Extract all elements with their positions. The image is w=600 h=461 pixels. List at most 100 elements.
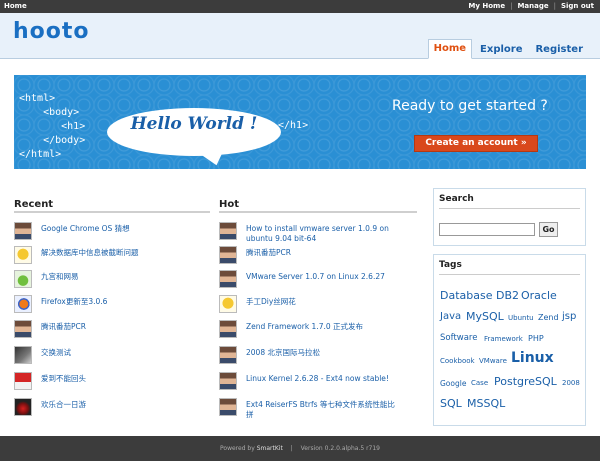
- list-item[interactable]: Linux Kernel 2.6.28 - Ext4 now stable!: [219, 372, 417, 392]
- recent-item-link[interactable]: 爱到不能回头: [41, 374, 86, 384]
- hot-title: Hot: [219, 199, 240, 210]
- tab-register[interactable]: Register: [530, 41, 588, 59]
- recent-item-link[interactable]: 九宫和网易: [41, 272, 79, 282]
- tag-link[interactable]: Ubuntu: [508, 314, 534, 322]
- list-item[interactable]: 爱到不能回头: [14, 372, 210, 392]
- tags-divider: [439, 274, 580, 275]
- recent-item-link[interactable]: 欢乐合一日游: [41, 400, 86, 410]
- hot-item-link[interactable]: 手工Diy丝网花: [246, 297, 296, 307]
- separator: |: [290, 445, 293, 452]
- hot-item-link[interactable]: How to install vmware server 1.0.9 on ub…: [246, 224, 389, 244]
- avatar: [14, 246, 32, 264]
- tag-link[interactable]: jsp: [562, 311, 576, 322]
- list-item[interactable]: 腾讯番茄PCR: [219, 246, 417, 266]
- avatar: [14, 398, 32, 416]
- tag-link[interactable]: 2008: [562, 379, 580, 387]
- topbar-user-links: My Home | Manage | Sign out: [468, 2, 594, 10]
- tag-link[interactable]: DB2: [496, 289, 519, 302]
- tag-link[interactable]: MySQL: [466, 310, 504, 323]
- avatar: [14, 372, 32, 390]
- smartkit-link[interactable]: SmartKit: [257, 445, 283, 452]
- list-item[interactable]: How to install vmware server 1.0.9 on ub…: [219, 222, 417, 244]
- powered-by-text: Powered by: [220, 445, 257, 452]
- avatar: [14, 295, 32, 313]
- hot-item-link[interactable]: Linux Kernel 2.6.28 - Ext4 now stable!: [246, 374, 389, 384]
- hot-item-link[interactable]: Zend Framework 1.7.0 正式发布: [246, 322, 363, 332]
- recent-item-link[interactable]: Google Chrome OS 猜想: [41, 224, 130, 234]
- create-account-button[interactable]: Create an account »: [414, 135, 538, 152]
- hot-item-link[interactable]: Ext4 ReiserFS Btrfs 等七种文件系统性能比 拼: [246, 400, 395, 420]
- tab-home[interactable]: Home: [427, 39, 473, 59]
- avatar: [14, 320, 32, 338]
- list-item[interactable]: 解决数据库中信息被截断问题: [14, 246, 210, 266]
- avatar: [219, 346, 237, 364]
- tag-link[interactable]: Google: [440, 379, 466, 388]
- tag-link[interactable]: Oracle: [521, 289, 557, 302]
- tag-link[interactable]: SQL: [440, 397, 462, 410]
- recent-title: Recent: [14, 199, 54, 210]
- avatar: [219, 222, 237, 240]
- list-item[interactable]: 九宫和网易: [14, 270, 210, 290]
- tag-link[interactable]: Zend: [538, 313, 559, 322]
- my-home-link[interactable]: My Home: [468, 2, 505, 10]
- tag-link[interactable]: Case: [471, 379, 488, 387]
- sign-out-link[interactable]: Sign out: [561, 2, 594, 10]
- site-logo[interactable]: hooto: [13, 19, 90, 44]
- tag-link[interactable]: Cookbook: [440, 357, 475, 365]
- topbar-home-link[interactable]: Home: [4, 2, 27, 10]
- top-bar: Home My Home | Manage | Sign out: [0, 0, 600, 13]
- list-item[interactable]: 2008 北京国际马拉松: [219, 346, 417, 366]
- tag-link[interactable]: PostgreSQL: [494, 375, 557, 388]
- avatar: [219, 372, 237, 390]
- hot-item-link[interactable]: VMware Server 1.0.7 on Linux 2.6.27: [246, 272, 385, 282]
- hot-divider: [219, 211, 417, 213]
- banner-close-tag: </h1>: [278, 120, 309, 131]
- separator: |: [510, 2, 513, 10]
- recent-item-link[interactable]: Firefox更新至3.0.6: [41, 297, 107, 307]
- hot-item-link[interactable]: 2008 北京国际马拉松: [246, 348, 320, 358]
- hero-banner: <html> <body> <h1> </body> </html> Hello…: [14, 75, 586, 169]
- avatar: [219, 295, 237, 313]
- avatar: [14, 270, 32, 288]
- main-nav: Home Explore Register: [425, 39, 588, 59]
- tags-title: Tags: [439, 260, 462, 270]
- tag-link[interactable]: Database: [440, 289, 493, 302]
- avatar: [14, 346, 32, 364]
- avatar: [219, 270, 237, 288]
- tag-link[interactable]: VMware: [479, 357, 507, 365]
- list-item[interactable]: 欢乐合一日游: [14, 398, 210, 418]
- search-title: Search: [439, 194, 474, 204]
- recent-item-link[interactable]: 解决数据库中信息被截断问题: [41, 248, 139, 258]
- tag-link[interactable]: Java: [440, 311, 461, 322]
- list-item[interactable]: 腾讯番茄PCR: [14, 320, 210, 340]
- tag-link[interactable]: Framework: [484, 335, 523, 343]
- manage-link[interactable]: Manage: [517, 2, 548, 10]
- go-button[interactable]: Go: [539, 222, 558, 237]
- tag-link[interactable]: MSSQL: [467, 397, 505, 410]
- search-box: Search Go: [433, 188, 586, 246]
- tags-box: Tags Database DB2 Oracle Java MySQL Ubun…: [433, 254, 586, 426]
- tag-link[interactable]: Software: [440, 333, 477, 343]
- tag-link[interactable]: PHP: [528, 334, 544, 343]
- list-item[interactable]: Firefox更新至3.0.6: [14, 295, 210, 315]
- tab-explore[interactable]: Explore: [475, 41, 527, 59]
- avatar: [219, 246, 237, 264]
- list-item[interactable]: 交换测试: [14, 346, 210, 366]
- list-item[interactable]: 手工Diy丝网花: [219, 295, 417, 315]
- ready-heading: Ready to get started ?: [392, 98, 548, 114]
- site-footer: Powered by SmartKit | Version 0.2.0.alph…: [0, 436, 600, 461]
- version-text: Version 0.2.0.alpha.5 r719: [300, 445, 380, 452]
- hello-world-text: Hello World !: [130, 114, 258, 134]
- tag-link[interactable]: Linux: [511, 350, 554, 366]
- list-item[interactable]: Zend Framework 1.7.0 正式发布: [219, 320, 417, 340]
- avatar: [219, 320, 237, 338]
- list-item[interactable]: VMware Server 1.0.7 on Linux 2.6.27: [219, 270, 417, 290]
- list-item[interactable]: Ext4 ReiserFS Btrfs 等七种文件系统性能比 拼: [219, 398, 417, 420]
- recent-item-link[interactable]: 交换测试: [41, 348, 71, 358]
- search-input[interactable]: [439, 223, 535, 236]
- list-item[interactable]: Google Chrome OS 猜想: [14, 222, 210, 242]
- site-header: hooto Home Explore Register: [0, 13, 600, 59]
- hot-item-link[interactable]: 腾讯番茄PCR: [246, 248, 291, 258]
- search-divider: [439, 208, 580, 209]
- recent-item-link[interactable]: 腾讯番茄PCR: [41, 322, 86, 332]
